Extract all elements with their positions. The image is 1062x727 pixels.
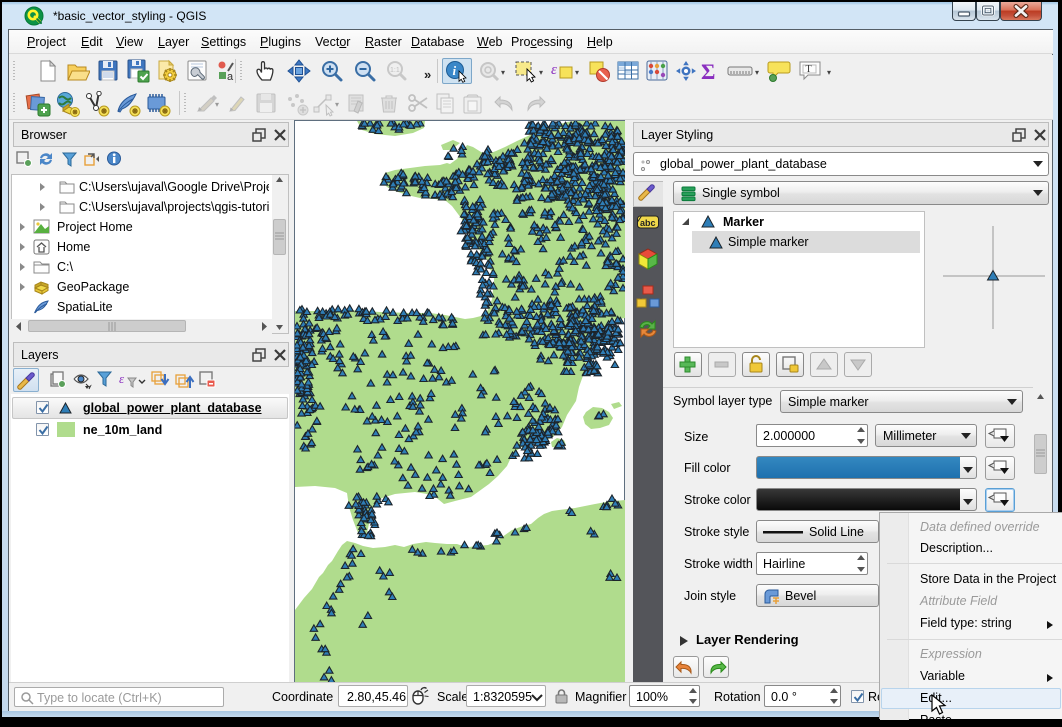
svg-text:ε: ε xyxy=(551,62,557,78)
svg-text:1:1: 1:1 xyxy=(390,67,400,74)
svg-text:ε: ε xyxy=(119,371,125,386)
svg-text:a: a xyxy=(227,71,234,83)
svg-text:i: i xyxy=(453,63,457,78)
svg-text:T: T xyxy=(806,64,812,75)
svg-text:abc: abc xyxy=(640,218,656,228)
